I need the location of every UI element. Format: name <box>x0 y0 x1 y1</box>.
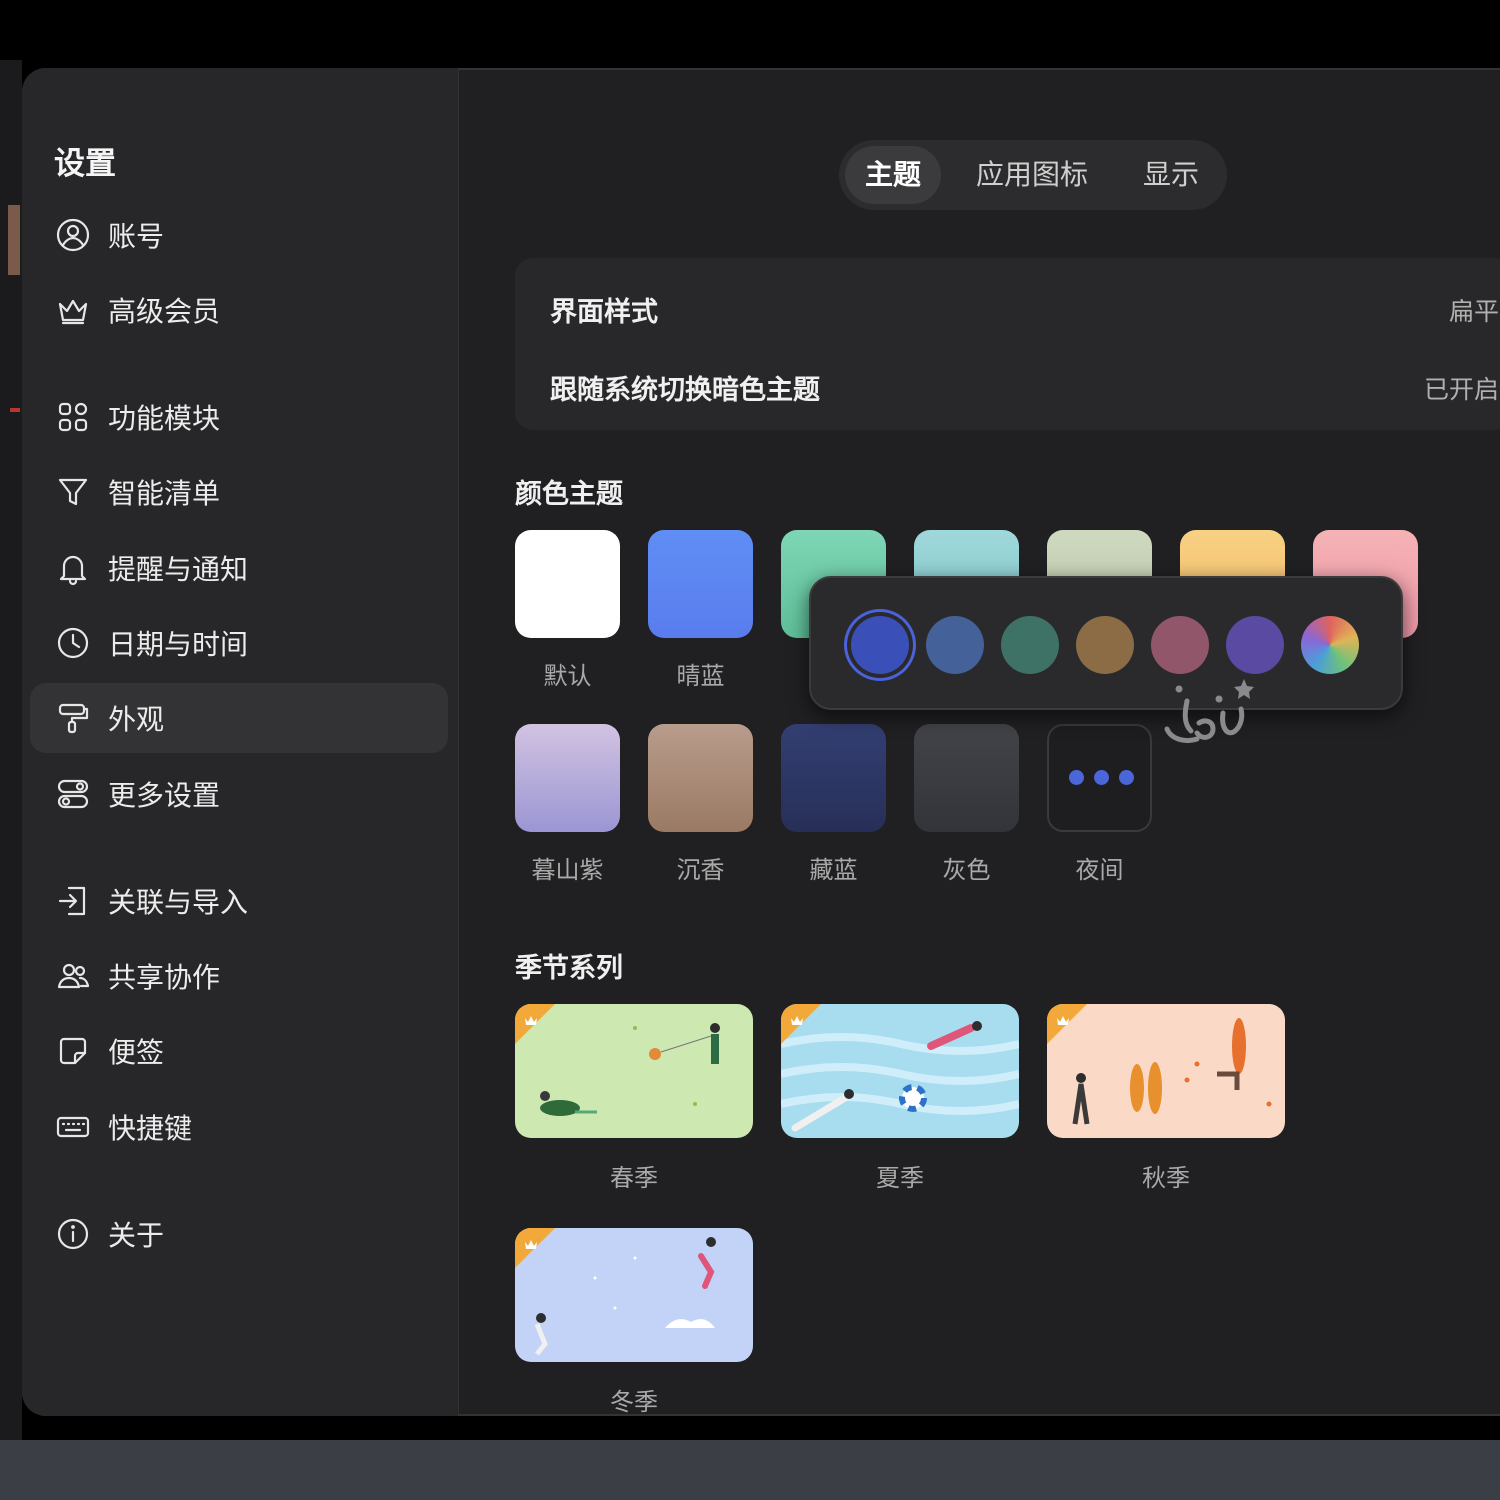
interface-style-value: 扁平 <box>1448 297 1499 326</box>
sidebar-item-label: 功能模块 <box>108 402 221 435</box>
bell-icon <box>54 549 92 587</box>
sticky-note-icon <box>54 1032 92 1070</box>
clock-icon <box>54 624 92 662</box>
accent-color-custom-rainbow[interactable] <box>1301 616 1359 674</box>
main-content: 主题 应用图标 显示 界面样式 扁平 跟随系统切换暗色主题 已开启 颜色主题 默… <box>459 68 1500 1416</box>
sidebar-item-label: 提醒与通知 <box>108 553 249 586</box>
sidebar-item-label: 账号 <box>108 220 165 253</box>
sidebar: 设置 账号 高级会员 功能模块 智能清单 提醒与通知 日期与时间 外观 更多设置… <box>22 68 459 1416</box>
season-card-summer[interactable] <box>781 1004 1019 1138</box>
filter-icon <box>54 473 92 511</box>
tab-display[interactable]: 显示 <box>1123 146 1219 204</box>
sidebar-item-more-settings[interactable]: 更多设置 <box>30 759 448 829</box>
desktop-window-edge <box>10 408 20 412</box>
sidebar-item-label: 外观 <box>108 703 165 736</box>
sidebar-item-label: 关联与导入 <box>108 886 249 919</box>
season-label: 秋季 <box>1142 1164 1190 1192</box>
style-settings-panel: 界面样式 扁平 跟随系统切换暗色主题 已开启 <box>515 258 1500 430</box>
follow-system-dark-value: 已开启 <box>1423 375 1499 404</box>
season-card-winter[interactable] <box>515 1228 753 1362</box>
theme-swatch-gray[interactable] <box>914 724 1019 832</box>
sidebar-item-label: 高级会员 <box>108 295 221 328</box>
import-icon <box>54 882 92 920</box>
desktop-dock-area <box>0 1440 1500 1500</box>
desktop-window-edge <box>8 205 20 275</box>
sidebar-item-account[interactable]: 账号 <box>30 200 448 270</box>
tab-app-icon[interactable]: 应用图标 <box>957 146 1107 204</box>
sidebar-item-notifications[interactable]: 提醒与通知 <box>30 533 448 603</box>
theme-swatch-agarwood[interactable] <box>648 724 753 832</box>
accent-color-bronze[interactable] <box>1076 616 1134 674</box>
theme-label: 沉香 <box>676 856 725 884</box>
theme-label: 灰色 <box>942 856 991 884</box>
interface-style-label: 界面样式 <box>550 297 658 328</box>
sidebar-item-date-time[interactable]: 日期与时间 <box>30 608 448 678</box>
sidebar-item-label: 共享协作 <box>108 961 221 994</box>
sidebar-item-about[interactable]: 关于 <box>30 1199 448 1269</box>
sidebar-item-label: 日期与时间 <box>108 628 249 661</box>
crown-icon <box>54 291 92 329</box>
sidebar-item-modules[interactable]: 功能模块 <box>30 382 448 452</box>
accent-color-violet[interactable] <box>1226 616 1284 674</box>
theme-swatch-navy[interactable] <box>781 724 886 832</box>
night-accent-popover <box>809 576 1403 710</box>
season-label: 夏季 <box>876 1164 924 1192</box>
seasons-title: 季节系列 <box>515 953 623 984</box>
users-icon <box>54 957 92 995</box>
sidebar-item-shortcuts[interactable]: 快捷键 <box>30 1092 448 1162</box>
accent-color-teal[interactable] <box>1001 616 1059 674</box>
theme-label: 夜间 <box>1075 856 1124 884</box>
sidebar-item-label: 便签 <box>108 1036 165 1069</box>
user-circle-icon <box>54 216 92 254</box>
theme-swatch-default[interactable] <box>515 530 620 638</box>
season-label: 冬季 <box>610 1388 658 1416</box>
new-sparkle-icon <box>1164 679 1254 744</box>
settings-window: 设置 账号 高级会员 功能模块 智能清单 提醒与通知 日期与时间 外观 更多设置… <box>22 68 1500 1416</box>
sidebar-item-sticky-notes[interactable]: 便签 <box>30 1016 448 1086</box>
theme-swatch-night[interactable] <box>1047 724 1152 832</box>
accent-color-steel-blue[interactable] <box>926 616 984 674</box>
theme-label: 晴蓝 <box>676 662 725 690</box>
accent-color-rose[interactable] <box>1151 616 1209 674</box>
paint-roller-icon <box>54 699 92 737</box>
season-label: 春季 <box>610 1164 658 1192</box>
sidebar-item-appearance[interactable]: 外观 <box>30 683 448 753</box>
sidebar-item-label: 快捷键 <box>108 1112 193 1145</box>
sidebar-item-label: 智能清单 <box>108 477 221 510</box>
color-theme-title: 颜色主题 <box>515 479 623 510</box>
tab-theme[interactable]: 主题 <box>845 146 941 204</box>
keyboard-icon <box>54 1108 92 1146</box>
toggles-icon <box>54 775 92 813</box>
follow-system-dark-label: 跟随系统切换暗色主题 <box>550 375 820 406</box>
modules-icon <box>54 398 92 436</box>
theme-swatch-dusk-purple[interactable] <box>515 724 620 832</box>
more-dots-icon <box>1069 770 1134 785</box>
info-icon <box>54 1215 92 1253</box>
sidebar-title: 设置 <box>54 146 116 182</box>
season-card-spring[interactable] <box>515 1004 753 1138</box>
sidebar-item-premium[interactable]: 高级会员 <box>30 275 448 345</box>
segmented-tabs: 主题 应用图标 显示 <box>839 140 1227 210</box>
sidebar-item-label: 关于 <box>108 1219 165 1252</box>
theme-swatch-sky-blue[interactable] <box>648 530 753 638</box>
season-card-autumn[interactable] <box>1047 1004 1285 1138</box>
sidebar-item-smart-list[interactable]: 智能清单 <box>30 457 448 527</box>
theme-label: 默认 <box>543 662 592 690</box>
sidebar-item-integrations[interactable]: 关联与导入 <box>30 866 448 936</box>
sidebar-item-collaboration[interactable]: 共享协作 <box>30 941 448 1011</box>
sidebar-item-label: 更多设置 <box>108 779 221 812</box>
accent-color-indigo[interactable] <box>851 616 909 674</box>
theme-label: 藏蓝 <box>809 856 858 884</box>
theme-label: 暮山紫 <box>531 856 604 884</box>
